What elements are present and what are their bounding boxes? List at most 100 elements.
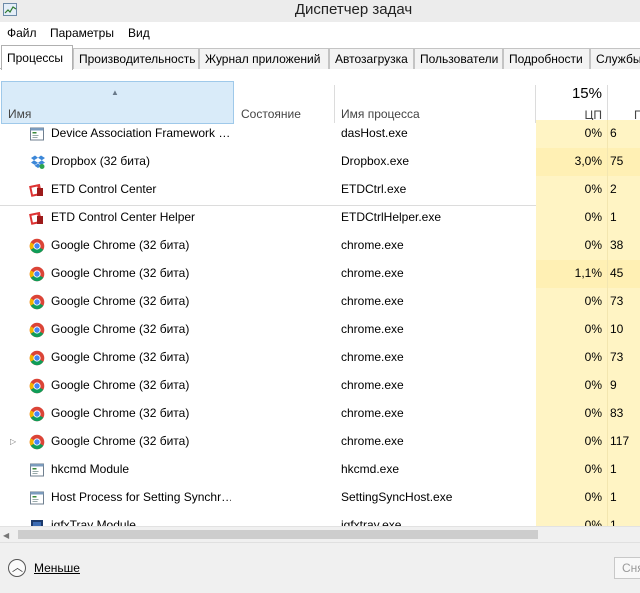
process-name: ETD Control Center Helper [51,210,196,224]
memory-usage: 75 [610,154,624,168]
tab-startup[interactable]: Автозагрузка [329,48,414,69]
memory-usage: 1 [610,210,617,224]
chrome-icon [29,350,45,366]
process-row[interactable]: Google Chrome (32 бита) chrome.exe 1,1% 45 [0,260,640,288]
process-executable: chrome.exe [341,294,404,308]
process-row[interactable]: ETD Control Center ETDCtrl.exe 0% 2 [0,176,640,204]
tab-processes[interactable]: Процессы [1,45,73,70]
process-executable: igfxtray.exe [341,518,402,526]
process-name: igfxTray Module [51,518,136,526]
chrome-icon [29,294,45,310]
process-row[interactable]: igfxTray Module igfxtray.exe 0% 1 [0,512,640,526]
process-executable: chrome.exe [341,350,404,364]
process-row[interactable]: ▷ Google Chrome (32 бита) chrome.exe 0% 117 [0,428,640,456]
memory-usage: 117 [610,434,630,448]
cpu-usage: 0% [584,294,602,308]
footer: ︿ Меньше Снять задачу [0,542,640,593]
cpu-usage: 0% [584,322,602,336]
process-name: Device Association Framework … [51,126,231,140]
etd-icon [29,182,45,198]
process-row[interactable]: Device Association Framework … dasHost.ex… [0,120,640,148]
horizontal-scrollbar[interactable]: ◀ [0,526,640,542]
column-process-name-header[interactable]: Имя процесса [341,107,420,121]
process-list: Device Association Framework … dasHost.ex… [0,120,640,526]
expand-arrow-icon[interactable]: ▷ [10,437,16,446]
service-icon [29,462,45,478]
chrome-icon [29,322,45,338]
etd-icon [29,210,45,226]
memory-usage: 45 [610,266,624,280]
title-bar: Диспетчер задач [0,0,640,22]
process-executable: ETDCtrl.exe [341,182,407,196]
process-executable: hkcmd.exe [341,462,400,476]
process-name: Host Process for Setting Synchr… [51,490,231,504]
process-executable: Dropbox.exe [341,154,410,168]
process-name: Google Chrome (32 бита) [51,378,190,392]
process-row[interactable]: Google Chrome (32 бита) chrome.exe 0% 9 [0,372,640,400]
tab-app-history[interactable]: Журнал приложений [199,48,329,69]
process-row[interactable]: hkcmd Module hkcmd.exe 0% 1 [0,456,640,484]
process-row[interactable]: Google Chrome (32 бита) chrome.exe 0% 38 [0,232,640,260]
cpu-usage: 0% [584,350,602,364]
dropbox-icon [29,154,45,170]
scroll-left-icon[interactable]: ◀ [3,531,9,540]
process-executable: dasHost.exe [341,126,408,140]
process-name: Dropbox (32 бита) [51,154,150,168]
process-row[interactable]: Google Chrome (32 бита) chrome.exe 0% 10 [0,316,640,344]
memory-usage: 83 [610,406,624,420]
process-executable: chrome.exe [341,266,404,280]
memory-usage: 1 [610,490,617,504]
menu-view[interactable]: Вид [128,26,150,40]
column-name-header[interactable]: ▲ Имя [1,81,234,124]
process-row[interactable]: Dropbox (32 бита) Dropbox.exe 3,0% 75 [0,148,640,176]
column-name-label: Имя [8,107,32,121]
memory-usage: 1 [610,462,617,476]
memory-usage: 73 [610,350,624,364]
memory-usage: 9 [610,378,617,392]
process-executable: chrome.exe [341,322,404,336]
process-name: hkcmd Module [51,462,130,476]
service-icon [29,490,45,506]
process-executable: ETDCtrlHelper.exe [341,210,442,224]
igfx-icon [29,518,45,526]
process-name: ETD Control Center [51,182,157,196]
cpu-usage: 0% [584,378,602,392]
cpu-usage: 0% [584,126,602,140]
cpu-usage: 0% [584,182,602,196]
tab-users[interactable]: Пользователи [414,48,503,69]
tab-details[interactable]: Подробности [503,48,590,69]
scrollbar-thumb[interactable] [18,530,538,539]
process-executable: SettingSyncHost.exe [341,490,453,504]
process-row[interactable]: Host Process for Setting Synchr… SettingS… [0,484,640,512]
cpu-usage: 3,0% [574,154,602,168]
column-divider[interactable] [607,85,608,123]
process-name: Google Chrome (32 бита) [51,434,190,448]
memory-usage: 38 [610,238,624,252]
end-task-button[interactable]: Снять задачу [614,557,640,579]
process-executable: chrome.exe [341,406,404,420]
chrome-icon [29,378,45,394]
memory-usage: 6 [610,126,617,140]
column-header: ▲ Имя Состояние Имя процесса 15% ЦП П [0,81,640,206]
fewer-details-label: Меньше [34,561,80,575]
process-row[interactable]: ETD Control Center Helper ETDCtrlHelper.e… [0,204,640,232]
process-row[interactable]: Google Chrome (32 бита) chrome.exe 0% 73 [0,288,640,316]
process-executable: chrome.exe [341,378,404,392]
memory-usage: 73 [610,294,624,308]
menu-options[interactable]: Параметры [50,26,114,40]
memory-usage: 2 [610,182,617,196]
tab-performance[interactable]: Производительность [73,48,199,69]
chrome-icon [29,406,45,422]
cpu-usage: 0% [584,462,602,476]
chrome-icon [29,434,45,450]
process-row[interactable]: Google Chrome (32 бита) chrome.exe 0% 83 [0,400,640,428]
cpu-usage: 1,1% [574,266,602,280]
menu-file[interactable]: Файл [7,26,37,40]
column-status-header[interactable]: Состояние [241,107,301,121]
column-divider[interactable] [334,85,335,123]
memory-usage: 10 [610,322,624,336]
tab-services[interactable]: Службы [590,48,640,69]
sort-ascending-icon: ▲ [111,88,119,97]
process-row[interactable]: Google Chrome (32 бита) chrome.exe 0% 73 [0,344,640,372]
process-name: Google Chrome (32 бита) [51,238,190,252]
